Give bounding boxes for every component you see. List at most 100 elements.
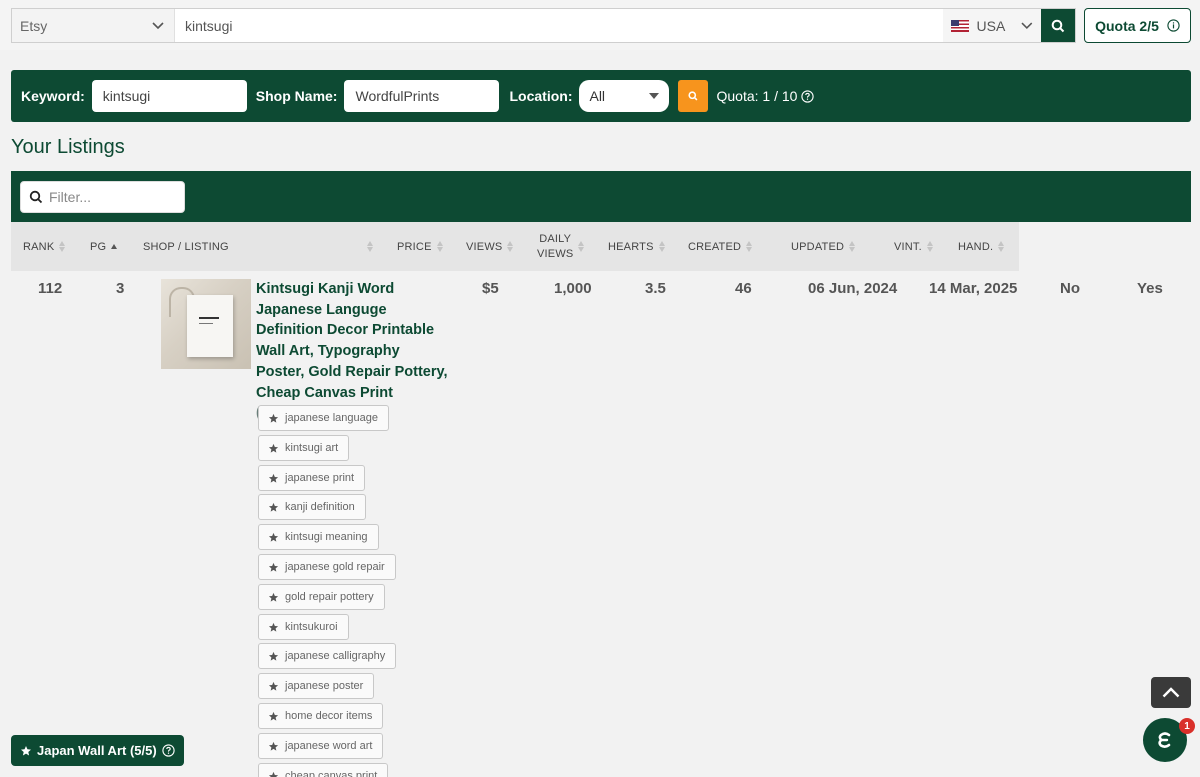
listing-thumbnail[interactable] xyxy=(161,279,251,369)
col-handmade[interactable]: HAND. xyxy=(958,222,1005,271)
country-select[interactable]: USA xyxy=(943,9,1041,42)
star-icon[interactable] xyxy=(268,413,279,424)
tag-label: gold repair pottery xyxy=(285,591,374,603)
col-views-label: VIEWS xyxy=(466,240,503,253)
help-icon[interactable] xyxy=(801,89,815,103)
shop-search-button[interactable] xyxy=(678,80,709,112)
sort-icon xyxy=(746,241,753,252)
col-rank-label: RANK xyxy=(23,240,55,253)
sort-icon xyxy=(658,241,665,252)
keyword-tag[interactable]: japanese calligraphy xyxy=(258,643,397,669)
star-icon[interactable] xyxy=(268,532,279,543)
star-icon[interactable] xyxy=(268,592,279,603)
col-price-label: PRICE xyxy=(397,240,432,253)
star-icon[interactable] xyxy=(268,502,279,513)
keyword-tag[interactable]: japanese print xyxy=(258,465,366,491)
star-icon[interactable] xyxy=(268,473,279,484)
keyword-tag[interactable]: kintsugi meaning xyxy=(258,524,379,550)
price-value: $5 xyxy=(482,280,499,297)
keyword-tag[interactable]: japanese gold repair xyxy=(258,554,396,580)
tag-label: japanese print xyxy=(285,472,355,484)
shop-quota: Quota: 1 / 10 xyxy=(716,88,815,104)
col-created[interactable]: CREATED xyxy=(688,222,753,271)
star-icon[interactable] xyxy=(268,443,279,454)
star-icon[interactable] xyxy=(268,622,279,633)
location-select[interactable]: All xyxy=(579,80,670,112)
table-header: RANK PG SHOP / LISTING PRICE VIEWS DAILY… xyxy=(11,222,1019,271)
listing-title: Kintsugi Kanji Word Japanese Languge Def… xyxy=(256,281,448,401)
keyword-tag[interactable]: home decor items xyxy=(258,703,384,729)
keyword-tag[interactable]: japanese poster xyxy=(258,673,375,699)
keyword-tag[interactable]: kanji definition xyxy=(258,494,366,520)
platform-select[interactable]: Etsy xyxy=(12,9,175,42)
col-updated[interactable]: UPDATED xyxy=(791,222,856,271)
search-button[interactable] xyxy=(1041,9,1075,42)
star-icon xyxy=(21,745,31,755)
table-filter-input[interactable]: Filter... xyxy=(20,181,185,213)
created-value: 06 Jun, 2024 xyxy=(808,280,898,297)
keyword-input[interactable] xyxy=(175,9,943,42)
col-vintage-label: VINT. xyxy=(894,240,922,253)
shop-quota-text: Quota: 1 / 10 xyxy=(716,88,798,104)
col-pg-label: PG xyxy=(90,240,107,253)
keyword-tag[interactable]: cheap canvas print xyxy=(258,763,389,777)
keyword-tag[interactable]: japanese word art xyxy=(258,733,384,759)
top-search-bar: Etsy USA Quota 2/5 xyxy=(0,0,1200,50)
vintage-value: No xyxy=(1060,280,1080,297)
search-icon xyxy=(1051,19,1065,32)
keyword-search-group: Etsy USA xyxy=(11,8,1076,43)
col-pg[interactable]: PG xyxy=(90,222,118,271)
platform-value: Etsy xyxy=(20,17,48,34)
chat-notification-count: 1 xyxy=(1179,718,1195,734)
col-price[interactable]: PRICE xyxy=(397,222,443,271)
star-icon[interactable] xyxy=(268,651,279,662)
col-views[interactable]: VIEWS xyxy=(466,222,514,271)
info-icon xyxy=(1167,19,1180,32)
col-hearts[interactable]: HEARTS xyxy=(608,222,665,271)
rank-value: 112 xyxy=(38,280,63,297)
location-value: All xyxy=(589,88,606,104)
daily-views-value: 3.5 xyxy=(645,280,666,297)
keyword-tag[interactable]: kintsugi art xyxy=(258,435,350,461)
listing-title-link[interactable]: Kintsugi Kanji Word Japanese Languge Def… xyxy=(256,279,451,424)
col-daily-views[interactable]: DAILY VIEWS xyxy=(537,222,585,271)
tag-label: kanji definition xyxy=(285,501,355,513)
tag-label: japanese gold repair xyxy=(285,561,385,573)
col-rank[interactable]: RANK xyxy=(23,222,66,271)
keyword-tag[interactable]: kintsukuroi xyxy=(258,614,349,640)
quota-label: Quota 2/5 xyxy=(1095,17,1159,34)
hearts-value: 46 xyxy=(735,280,752,297)
location-label: Location: xyxy=(509,88,573,104)
star-icon[interactable] xyxy=(268,771,279,777)
search-icon xyxy=(29,190,43,204)
star-icon[interactable] xyxy=(268,681,279,692)
col-daily-views-label: DAILY VIEWS xyxy=(537,232,574,260)
star-icon[interactable] xyxy=(268,711,279,722)
caret-down-icon xyxy=(649,93,660,99)
tag-label: japanese calligraphy xyxy=(285,650,386,662)
keyword-tag[interactable]: gold repair pottery xyxy=(258,584,385,610)
shop-name-input[interactable]: WordfulPrints xyxy=(344,80,500,112)
quota-button[interactable]: Quota 2/5 xyxy=(1084,8,1191,43)
page-title: Your Listings xyxy=(11,136,125,158)
sort-icon xyxy=(578,241,585,252)
col-shop-listing[interactable]: SHOP / LISTING xyxy=(143,222,373,271)
chevron-up-icon xyxy=(1162,687,1180,698)
star-icon[interactable] xyxy=(268,562,279,573)
col-vintage[interactable]: VINT. xyxy=(894,222,933,271)
star-icon[interactable] xyxy=(268,741,279,752)
table-filter-placeholder: Filter... xyxy=(49,189,92,205)
sort-icon xyxy=(849,241,856,252)
collection-badge[interactable]: Japan Wall Art (5/5) xyxy=(11,735,184,766)
keyword-filter-input[interactable]: kintsugi xyxy=(91,80,247,112)
help-icon[interactable] xyxy=(162,744,175,757)
sort-icon xyxy=(59,241,66,252)
keyword-tag[interactable]: japanese language xyxy=(258,405,389,431)
updated-value: 14 Mar, 2025 xyxy=(929,280,1018,297)
tag-label: cheap canvas print xyxy=(285,770,378,777)
collection-badge-label: Japan Wall Art (5/5) xyxy=(37,743,157,758)
scroll-to-top-button[interactable] xyxy=(1151,677,1191,708)
chevron-down-icon xyxy=(152,21,164,29)
tag-label: japanese language xyxy=(285,412,378,424)
col-hearts-label: HEARTS xyxy=(608,240,654,253)
